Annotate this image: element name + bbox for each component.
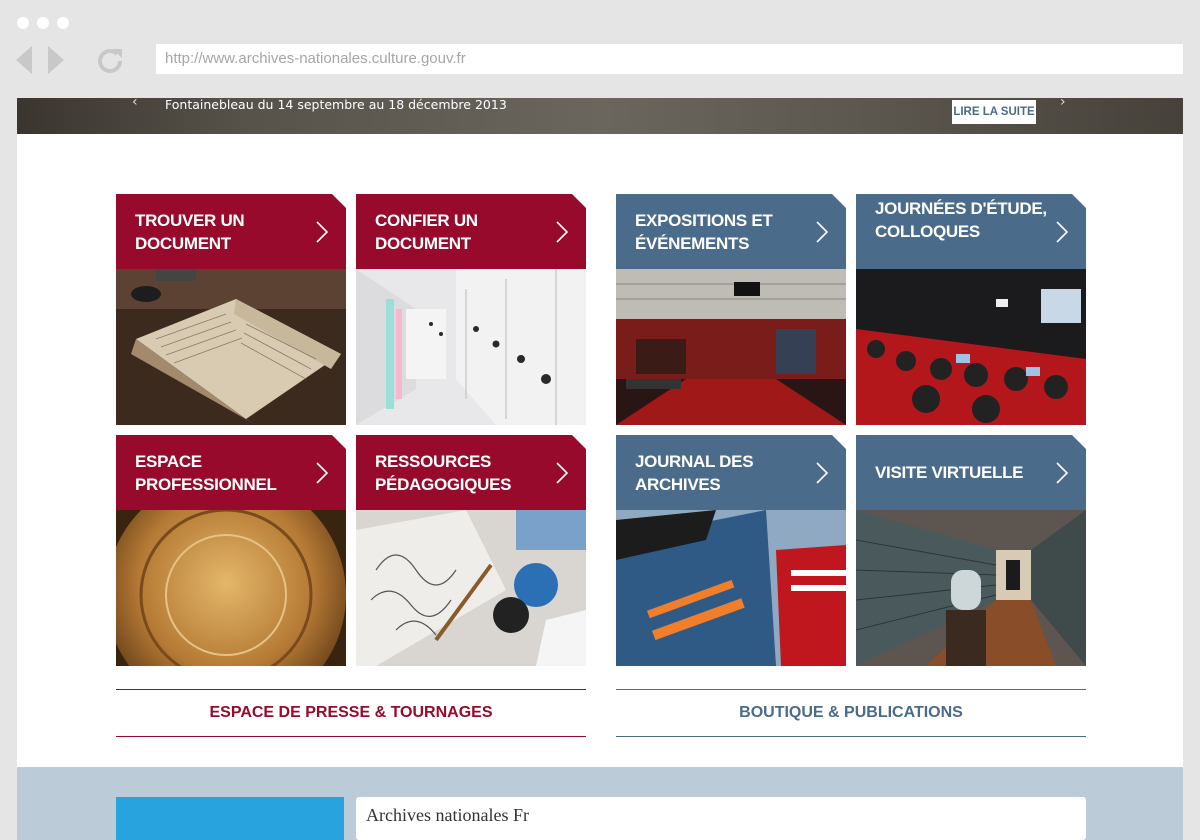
tile-title: TROUVER UN DOCUMENT	[135, 211, 245, 253]
tile-image-calligraphy-desk	[356, 510, 586, 666]
forward-arrow-icon[interactable]	[48, 46, 64, 74]
tile-title: VISITE VIRTUELLE	[875, 463, 1024, 482]
back-arrow-icon[interactable]	[16, 46, 32, 74]
chevron-right-icon	[556, 462, 569, 484]
tile-title: RESSOURCES PÉDAGOGIQUES	[375, 452, 512, 494]
tile-image-archive-shelves	[356, 269, 586, 425]
window-minimize-dot[interactable]	[37, 17, 49, 29]
footer-feed-box: Archives nationales Fr	[356, 797, 1086, 840]
tile-journees-d-etude-colloques[interactable]: JOURNÉES D'ÉTUDE, COLLOQUES	[856, 194, 1086, 425]
tile-header: RESSOURCES PÉDAGOGIQUES	[356, 435, 586, 510]
tile-header: CONFIER UN DOCUMENT	[356, 194, 586, 269]
tile-journal-des-archives[interactable]: JOURNAL DES ARCHIVES	[616, 435, 846, 666]
tile-title: JOURNAL DES ARCHIVES	[635, 452, 754, 494]
window-close-dot[interactable]	[17, 17, 29, 29]
chevron-right-icon	[1056, 462, 1069, 484]
tile-title: ESPACE PROFESSIONNEL	[135, 452, 277, 494]
tile-header: TROUVER UN DOCUMENT	[116, 194, 346, 269]
tile-header: EXPOSITIONS ET ÉVÉNEMENTS	[616, 194, 846, 269]
chevron-right-icon	[816, 221, 829, 243]
page-viewport: ‹ Fontainebleau du 14 septembre au 18 dé…	[17, 98, 1183, 840]
tile-image-library-gallery	[856, 510, 1086, 666]
tile-header: VISITE VIRTUELLE	[856, 435, 1086, 510]
tile-confier-un-document[interactable]: CONFIER UN DOCUMENT	[356, 194, 586, 425]
tile-header: JOURNÉES D'ÉTUDE, COLLOQUES	[856, 194, 1086, 269]
tile-title: JOURNÉES D'ÉTUDE, COLLOQUES	[875, 199, 1047, 241]
tile-image-journal-covers	[616, 510, 846, 666]
tile-title: CONFIER UN DOCUMENT	[375, 211, 478, 253]
social-widget[interactable]	[116, 797, 344, 840]
tile-image-republic-seal	[116, 510, 346, 666]
banner-next-arrow[interactable]: ›	[1060, 98, 1066, 110]
tile-visite-virtuelle[interactable]: VISITE VIRTUELLE	[856, 435, 1086, 666]
url-bar[interactable]: http://www.archives-nationales.culture.g…	[156, 44, 1183, 74]
tile-header: ESPACE PROFESSIONNEL	[116, 435, 346, 510]
footer-feed-title: Archives nationales Fr	[366, 805, 529, 825]
tile-trouver-un-document[interactable]: TROUVER UN DOCUMENT	[116, 194, 346, 425]
banner-caption: Fontainebleau du 14 septembre au 18 déce…	[165, 98, 507, 112]
tile-image-old-book	[116, 269, 346, 425]
tile-image-conference-audience	[856, 269, 1086, 425]
chevron-right-icon	[556, 221, 569, 243]
tile-image-exhibition-hall	[616, 269, 846, 425]
read-more-button[interactable]: LIRE LA SUITE	[952, 100, 1036, 124]
chevron-right-icon	[316, 221, 329, 243]
chevron-right-icon	[816, 462, 829, 484]
banner-prev-arrow[interactable]: ‹	[132, 98, 138, 110]
chevron-right-icon	[316, 462, 329, 484]
browser-chrome: http://www.archives-nationales.culture.g…	[0, 0, 1200, 98]
chevron-right-icon	[1056, 221, 1069, 243]
tile-header: JOURNAL DES ARCHIVES	[616, 435, 846, 510]
shop-and-publications-link[interactable]: BOUTIQUE & PUBLICATIONS	[616, 689, 1086, 737]
tile-espace-professionnel[interactable]: ESPACE PROFESSIONNEL	[116, 435, 346, 666]
tile-ressources-pedagogiques[interactable]: RESSOURCES PÉDAGOGIQUES	[356, 435, 586, 666]
reload-icon[interactable]	[94, 45, 126, 77]
hero-banner: ‹ Fontainebleau du 14 septembre au 18 dé…	[17, 98, 1183, 134]
tile-expositions-et-evenements[interactable]: EXPOSITIONS ET ÉVÉNEMENTS	[616, 194, 846, 425]
window-maximize-dot[interactable]	[57, 17, 69, 29]
tile-title: EXPOSITIONS ET ÉVÉNEMENTS	[635, 211, 773, 253]
footer-strip: Archives nationales Fr	[17, 767, 1183, 840]
press-and-filming-link[interactable]: ESPACE DE PRESSE & TOURNAGES	[116, 689, 586, 737]
